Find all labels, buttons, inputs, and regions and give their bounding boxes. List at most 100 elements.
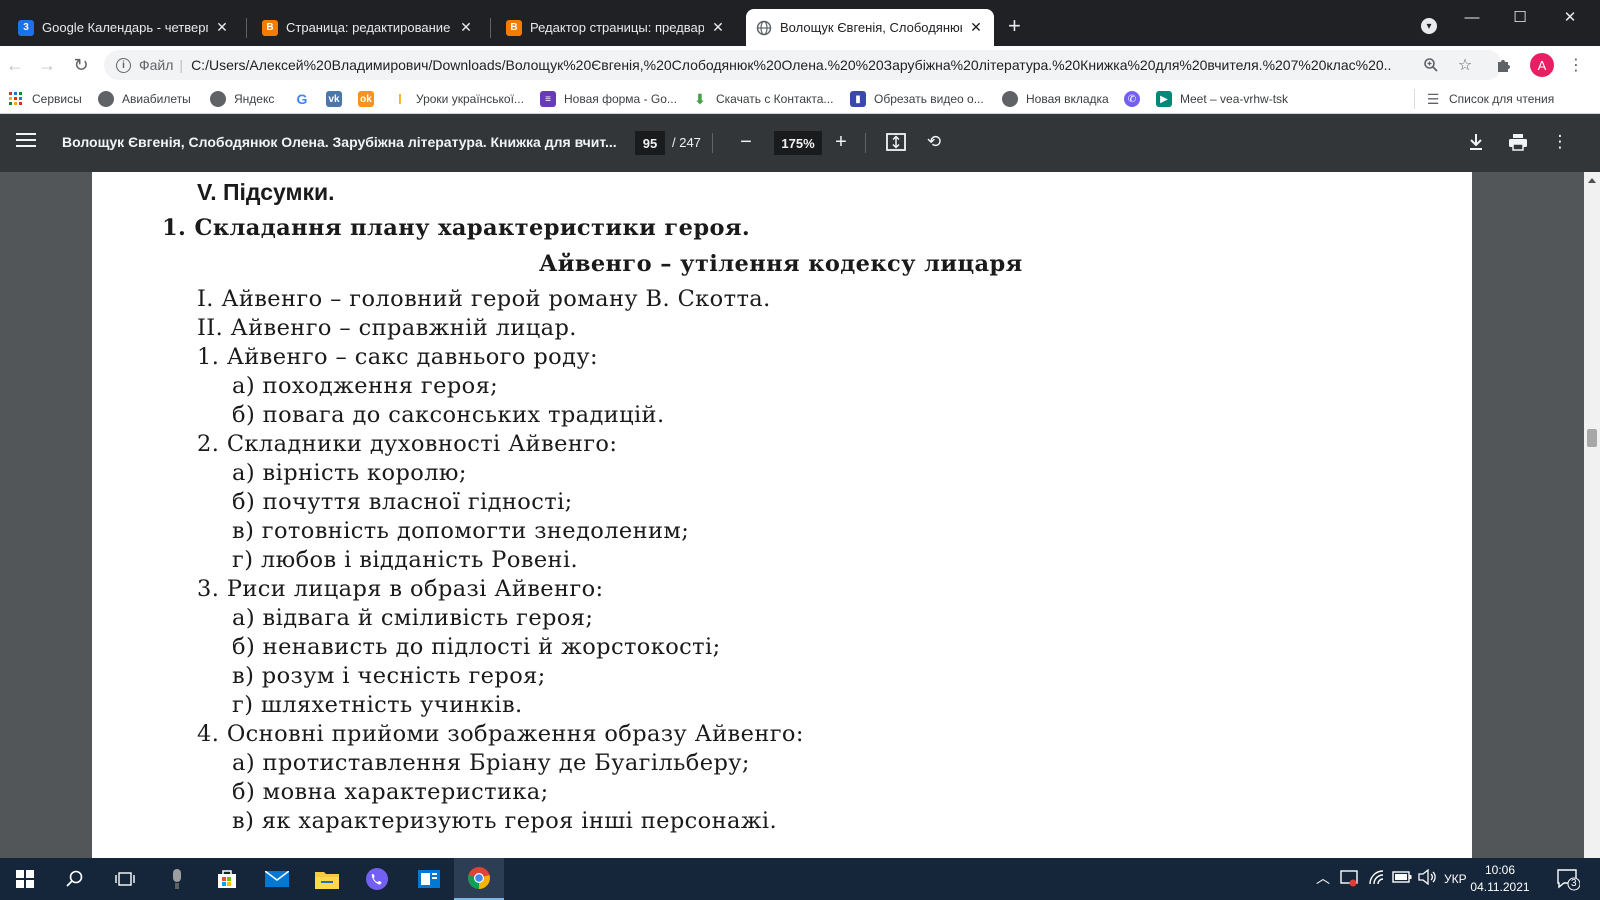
info-icon[interactable]: i bbox=[116, 57, 131, 73]
bookmark-download-contact[interactable]: ⬇ Скачать с Контакта... bbox=[692, 89, 833, 109]
bookmark-services[interactable]: Сервисы bbox=[8, 89, 82, 109]
chrome-menu-icon[interactable]: ⋮ bbox=[1565, 54, 1587, 76]
viber-icon[interactable] bbox=[352, 858, 402, 900]
input-language[interactable]: УКР bbox=[1444, 872, 1467, 886]
minimize-button[interactable]: — bbox=[1448, 0, 1496, 34]
close-icon[interactable]: ✕ bbox=[710, 19, 726, 36]
tab-title: Волощук Євгенія, Слободянюк С bbox=[780, 20, 962, 35]
vk-icon: vk bbox=[326, 91, 342, 107]
bookmark-label: Сервисы bbox=[32, 92, 82, 106]
search-icon[interactable] bbox=[50, 858, 100, 900]
address-bar[interactable]: i Файл | C:/Users/Алексей%20Владимирович… bbox=[104, 50, 1502, 80]
blogger-icon: B bbox=[506, 19, 522, 36]
extensions-puzzle-icon[interactable] bbox=[1493, 54, 1515, 76]
browser-toolbar: ← → ↻ i Файл | C:/Users/Алексей%20Владим… bbox=[0, 46, 1600, 84]
close-icon[interactable]: ✕ bbox=[214, 19, 230, 36]
windows-start-icon[interactable] bbox=[0, 858, 50, 900]
bookmark-ukrainian-lessons[interactable]: ǀ Уроки української... bbox=[392, 89, 524, 109]
wifi-icon[interactable] bbox=[1368, 869, 1386, 890]
fit-to-page-icon[interactable] bbox=[884, 130, 908, 154]
clock-date: 04.11.2021 bbox=[1470, 880, 1530, 894]
file-explorer-icon[interactable] bbox=[302, 858, 352, 900]
microphone-app-icon[interactable] bbox=[152, 858, 202, 900]
bookmark-yandex[interactable]: Яндекс bbox=[210, 89, 274, 109]
reload-icon[interactable]: ↻ bbox=[70, 54, 92, 76]
rotate-icon[interactable]: ⟲ bbox=[922, 130, 946, 154]
vertical-scrollbar[interactable] bbox=[1584, 172, 1600, 858]
close-icon[interactable]: ✕ bbox=[968, 19, 984, 36]
bookmark-aviatickets[interactable]: Авиабилеты bbox=[98, 89, 191, 109]
close-window-button[interactable]: ✕ bbox=[1546, 0, 1594, 34]
bookmark-google[interactable]: G bbox=[294, 89, 318, 109]
plan-line: 1. Айвенго – сакс давнього роду: bbox=[197, 344, 598, 370]
plan-line: 4. Основні прийоми зображення образу Айв… bbox=[197, 721, 804, 747]
forward-arrow-icon[interactable]: → bbox=[36, 54, 58, 76]
page-number-input[interactable]: 95 bbox=[635, 131, 665, 155]
news-app-icon[interactable] bbox=[404, 858, 454, 900]
menu-icon[interactable] bbox=[16, 133, 36, 149]
battery-icon[interactable] bbox=[1392, 870, 1412, 887]
tab-page-editor-preview[interactable]: B Редактор страницы: предварит ✕ bbox=[496, 9, 736, 46]
plan-subline: в) готовність допомогти знедоленим; bbox=[232, 518, 690, 544]
url-text[interactable]: C:/Users/Алексей%20Владимирович/Download… bbox=[191, 57, 1391, 73]
show-hidden-icons-icon[interactable]: ︿ bbox=[1316, 868, 1330, 888]
bookmark-label: Обрезать видео о... bbox=[874, 92, 984, 106]
plan-subline: а) походження героя; bbox=[232, 373, 499, 399]
tab-google-calendar[interactable]: 3 Google Календарь - четверг, 4 н ✕ bbox=[8, 9, 240, 46]
bookmarks-bar: Сервисы Авиабилеты Яндекс G vk ok ǀ Урок… bbox=[0, 84, 1600, 114]
tab-page-editing[interactable]: B Страница: редактирование ✕ bbox=[252, 9, 484, 46]
scrollbar-thumb[interactable] bbox=[1587, 429, 1597, 447]
zoom-magnifier-icon[interactable] bbox=[1420, 54, 1442, 76]
chrome-icon[interactable] bbox=[454, 858, 504, 900]
bookmark-star-icon[interactable]: ☆ bbox=[1454, 54, 1476, 76]
bookmark-label: Meet – vea-vrhw-tsk bbox=[1180, 92, 1289, 106]
url-scheme: Файл bbox=[139, 57, 174, 73]
pdf-viewer[interactable]: V. Підсумки. 1. Складання плану характер… bbox=[0, 172, 1584, 858]
task-view-icon[interactable] bbox=[100, 858, 150, 900]
more-options-icon[interactable]: ⋮ bbox=[1548, 130, 1572, 154]
download-icon[interactable] bbox=[1464, 130, 1488, 154]
security-app-icon[interactable] bbox=[1340, 869, 1358, 890]
bookmark-odnoklassniki[interactable]: ok bbox=[358, 89, 382, 109]
plan-line: 2. Складники духовності Айвенго: bbox=[197, 431, 618, 457]
zoom-out-button[interactable]: − bbox=[734, 130, 758, 154]
bookmark-new-form[interactable]: ≡ Новая форма - Go... bbox=[540, 89, 677, 109]
zoom-level-input[interactable]: 175% bbox=[774, 131, 822, 155]
back-arrow-icon[interactable]: ← bbox=[4, 54, 26, 76]
bookmark-cut-video[interactable]: ▮ Обрезать видео о... bbox=[850, 89, 984, 109]
globe-icon bbox=[756, 20, 772, 36]
close-icon[interactable]: ✕ bbox=[458, 19, 474, 36]
bookmark-label: Скачать с Контакта... bbox=[716, 92, 834, 106]
profile-avatar[interactable]: A bbox=[1530, 53, 1554, 77]
mail-icon[interactable] bbox=[252, 858, 302, 900]
volume-icon[interactable] bbox=[1418, 868, 1438, 888]
notification-count: 3 bbox=[1571, 878, 1577, 889]
plan-subline: а) відвага й сміливість героя; bbox=[232, 605, 594, 631]
plan-subline: г) шляхетність учинків. bbox=[232, 692, 523, 718]
zoom-in-button[interactable]: + bbox=[829, 130, 853, 154]
bookmark-meet[interactable]: ▶ Meet – vea-vrhw-tsk bbox=[1156, 89, 1288, 109]
bookmark-label: Яндекс bbox=[234, 92, 275, 106]
tab-search-icon[interactable]: ▾ bbox=[1421, 18, 1437, 34]
system-clock[interactable]: 10:06 04.11.2021 bbox=[1468, 862, 1532, 896]
bookmark-vk[interactable]: vk bbox=[326, 89, 350, 109]
plan-line: I. Айвенго – головний герой роману В. Ск… bbox=[197, 286, 771, 312]
bookmark-new-tab[interactable]: Новая вкладка bbox=[1002, 89, 1109, 109]
tab-strip: 3 Google Календарь - четверг, 4 н ✕ B Ст… bbox=[0, 0, 1600, 46]
task-heading: 1. Складання плану характеристики героя. bbox=[162, 215, 751, 241]
bookmark-viber[interactable]: ✆ bbox=[1124, 89, 1148, 109]
pdf-page: V. Підсумки. 1. Складання плану характер… bbox=[92, 172, 1472, 858]
scroll-up-arrow-icon[interactable] bbox=[1588, 178, 1596, 183]
reading-list-button[interactable]: ☰ Список для чтения bbox=[1414, 89, 1554, 109]
pencil-icon: ǀ bbox=[398, 91, 402, 107]
print-icon[interactable] bbox=[1506, 130, 1530, 154]
store-icon[interactable] bbox=[202, 858, 252, 900]
reading-list-label: Список для чтения bbox=[1449, 92, 1555, 106]
bookmark-label: Авиабилеты bbox=[122, 92, 191, 106]
tab-pdf-active[interactable]: Волощук Євгенія, Слободянюк С ✕ bbox=[746, 9, 994, 46]
maximize-button[interactable]: ☐ bbox=[1496, 0, 1544, 34]
toolbar-divider bbox=[712, 133, 713, 153]
plan-subline: а) вірність королю; bbox=[232, 460, 467, 486]
bookmark-label: Уроки української... bbox=[416, 92, 524, 106]
new-tab-button[interactable]: + bbox=[1008, 15, 1021, 37]
